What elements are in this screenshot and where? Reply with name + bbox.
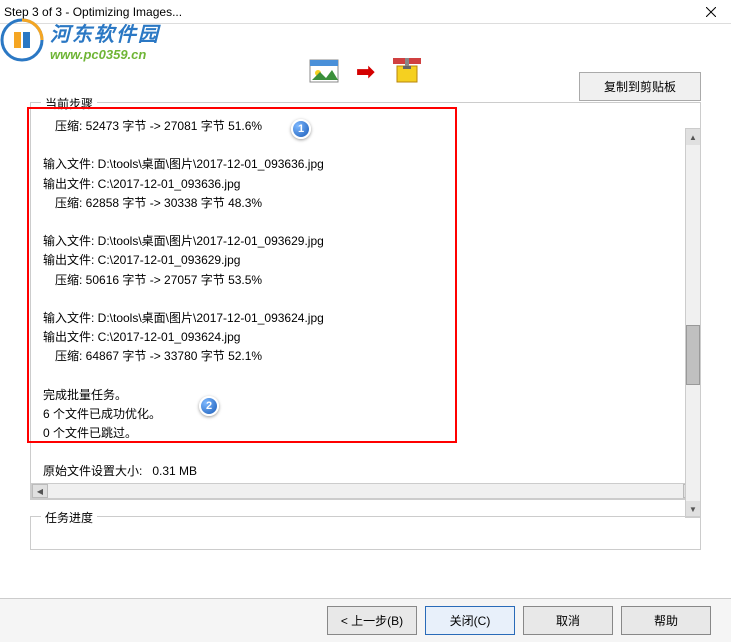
log-line xyxy=(43,136,688,155)
close-window-button[interactable] xyxy=(691,0,731,24)
log-line: 输入文件: D:\tools\桌面\图片\2017-12-01_093629.j… xyxy=(43,232,688,251)
horizontal-scrollbar[interactable]: ◀ ▶ xyxy=(31,483,700,499)
current-step-fieldset: 当前步骤 1 2 压缩: 52473 字节 -> 27081 字节 51.6% … xyxy=(30,102,701,500)
copy-to-clipboard-button[interactable]: 复制到剪贴板 xyxy=(579,72,701,101)
header-icons: ➡ xyxy=(308,56,422,88)
log-line: 输出文件: C:\2017-12-01_093629.jpg xyxy=(43,251,688,270)
cancel-button[interactable]: 取消 xyxy=(523,606,613,635)
log-line xyxy=(43,366,688,385)
annotation-callout-1: 1 xyxy=(291,119,311,139)
task-progress-legend: 任务进度 xyxy=(41,509,97,526)
window-title: Step 3 of 3 - Optimizing Images... xyxy=(4,5,182,19)
bottom-button-bar: < 上一步(B) 关闭(C) 取消 帮助 xyxy=(0,598,731,642)
scroll-down-button[interactable]: ▼ xyxy=(686,501,700,517)
log-line: 输出文件: C:\2017-12-01_093636.jpg xyxy=(43,175,688,194)
log-line: 输入文件: D:\tools\桌面\图片\2017-12-01_093636.j… xyxy=(43,155,688,174)
close-button[interactable]: 关闭(C) xyxy=(425,606,515,635)
vscroll-track[interactable] xyxy=(686,145,700,501)
log-line: 输入文件: D:\tools\桌面\图片\2017-12-01_093624.j… xyxy=(43,309,688,328)
back-button[interactable]: < 上一步(B) xyxy=(327,606,417,635)
log-line: 压缩: 62858 字节 -> 30338 字节 48.3% xyxy=(43,194,688,213)
log-line: 压缩: 64867 字节 -> 33780 字节 52.1% xyxy=(43,347,688,366)
log-line: 6 个文件已成功优化。 xyxy=(43,405,688,424)
log-line: 0 个文件已跳过。 xyxy=(43,424,688,443)
annotation-callout-2: 2 xyxy=(199,396,219,416)
header-area: ➡ 复制到剪贴板 xyxy=(0,24,731,102)
image-compressed-icon xyxy=(391,56,423,88)
log-text-area[interactable]: 压缩: 52473 字节 -> 27081 字节 51.6% 输入文件: D:\… xyxy=(39,111,692,481)
log-line: 原始文件设置大小: 0.31 MB xyxy=(43,462,688,481)
image-source-icon xyxy=(308,56,340,88)
close-icon xyxy=(706,7,716,17)
help-button[interactable]: 帮助 xyxy=(621,606,711,635)
log-line xyxy=(43,443,688,462)
scroll-left-button[interactable]: ◀ xyxy=(32,484,48,498)
current-step-legend: 当前步骤 xyxy=(41,95,97,112)
arrow-right-icon: ➡ xyxy=(356,59,374,85)
vscroll-thumb[interactable] xyxy=(686,325,700,385)
log-line: 压缩: 52473 字节 -> 27081 字节 51.6% xyxy=(43,117,688,136)
log-line: 完成批量任务。 xyxy=(43,386,688,405)
titlebar: Step 3 of 3 - Optimizing Images... xyxy=(0,0,731,24)
scroll-up-button[interactable]: ▲ xyxy=(686,129,700,145)
task-progress-fieldset: 任务进度 xyxy=(30,516,701,550)
log-line: 压缩: 50616 字节 -> 27057 字节 53.5% xyxy=(43,271,688,290)
log-line: 输出文件: C:\2017-12-01_093624.jpg xyxy=(43,328,688,347)
vertical-scrollbar[interactable]: ▲ ▼ xyxy=(685,128,701,518)
log-line xyxy=(43,213,688,232)
hscroll-track[interactable] xyxy=(48,484,683,498)
log-line xyxy=(43,290,688,309)
